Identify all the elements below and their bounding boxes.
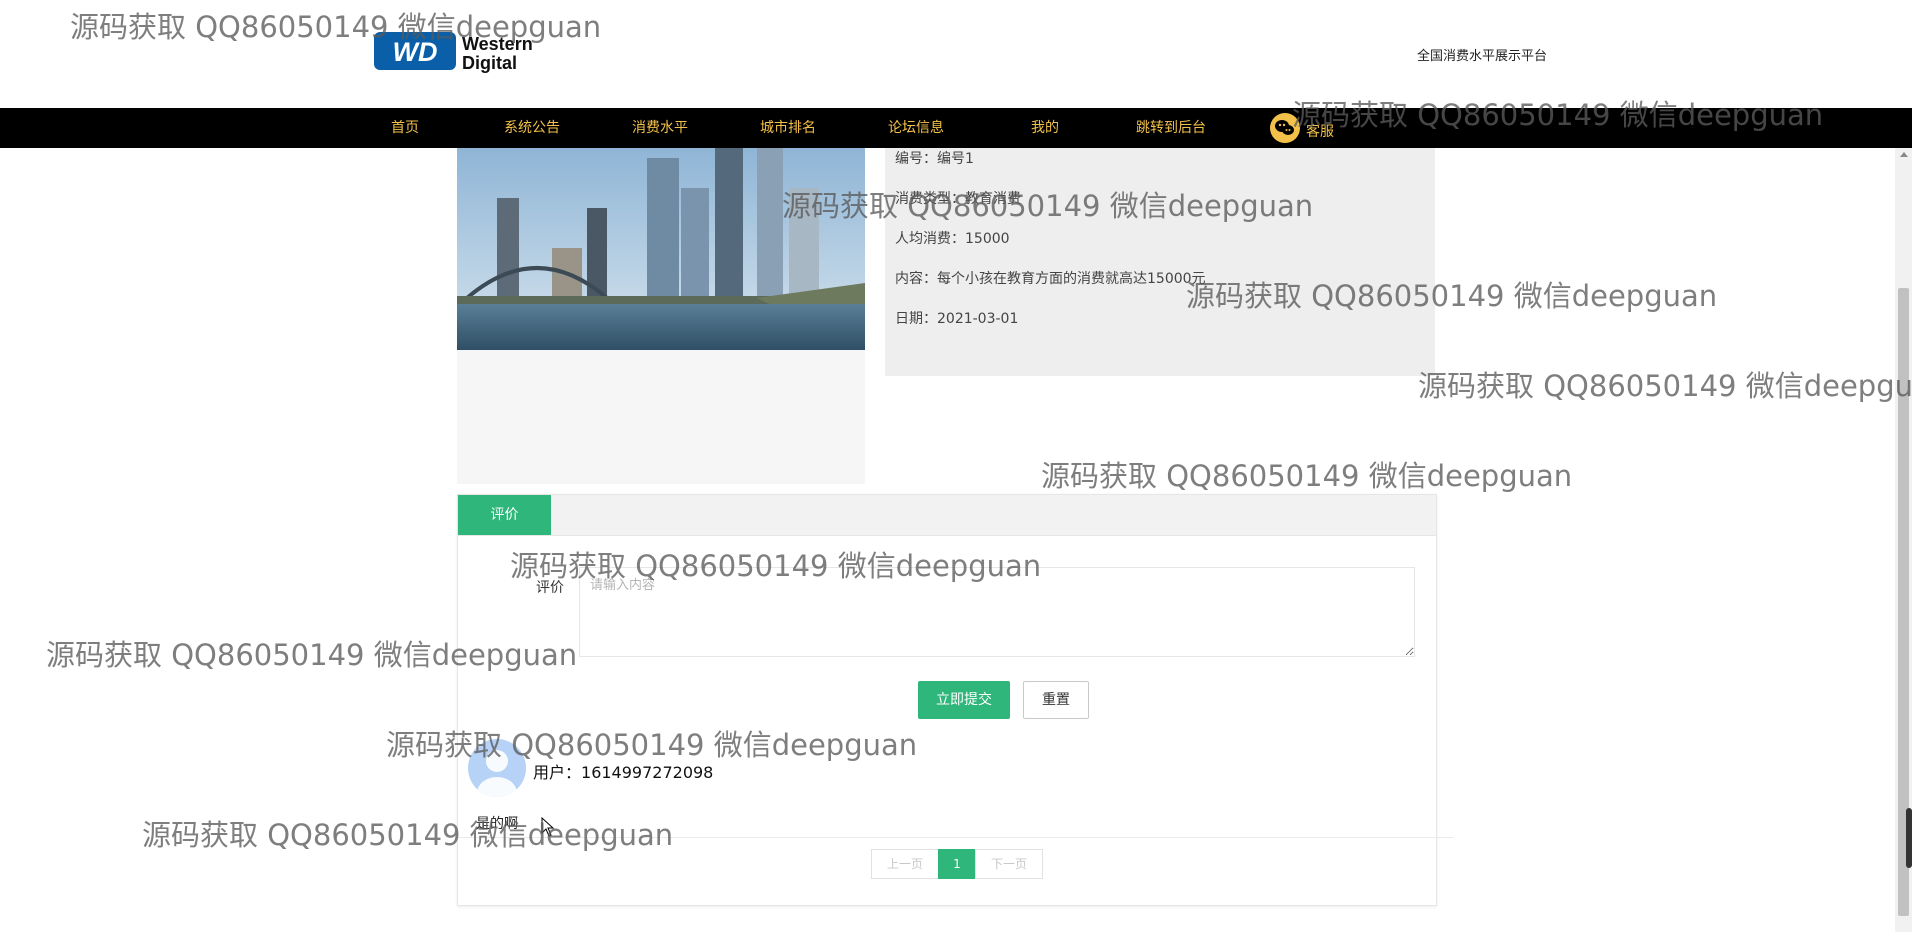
detail-average: 人均消费：15000 [895,228,1010,248]
logo-text-digital: Digital [462,53,517,73]
comment-user: 用户：1614997272098 [533,759,713,783]
comment-tabbar: 评价 [458,495,1436,536]
scroll-indicator [1906,808,1912,868]
watermark: 源码获取 QQ86050149 微信deepguan [1041,459,1573,493]
comment-divider [458,837,1453,838]
nav-city-ranking[interactable]: 城市排名 [760,108,816,148]
nav-customer-service[interactable]: 客服 [1306,112,1334,152]
detail-type: 消费类型：教育消费 [895,188,1021,208]
submit-button[interactable]: 立即提交 [918,681,1010,719]
nav-home[interactable]: 首页 [391,108,419,148]
prev-page-button[interactable]: 上一页 [871,849,939,879]
detail-info-panel: 编号：编号1 消费类型：教育消费 人均消费：15000 内容：每个小孩在教育方面… [885,148,1435,376]
detail-content: 内容：每个小孩在教育方面的消费就高达15000元 [895,268,1206,288]
city-photo [457,148,865,350]
tab-comment[interactable]: 评价 [458,495,551,535]
page-1-button[interactable]: 1 [938,849,976,879]
detail-content-label: 内容： [895,271,937,287]
western-digital-logo[interactable]: WD Western Digital [374,30,566,78]
detail-id: 编号：编号1 [895,148,974,168]
nav-announcements[interactable]: 系统公告 [504,108,560,148]
nav-consumption-level[interactable]: 消费水平 [632,108,688,148]
site-header: WD Western Digital 全国消费水平展示平台 [0,0,1912,108]
site-title: 全国消费水平展示平台 [1417,49,1548,64]
scroll-up-arrow-icon[interactable] [1900,152,1908,157]
comment-input[interactable] [579,567,1415,657]
detail-id-value: 编号1 [937,151,974,167]
detail-date: 日期：2021-03-01 [895,308,1018,328]
logo-text-western: Western [462,34,533,54]
detail-date-label: 日期： [895,311,937,327]
nav-admin[interactable]: 跳转到后台 [1136,108,1206,148]
reset-button[interactable]: 重置 [1023,681,1089,719]
detail-content-value: 每个小孩在教育方面的消费就高达15000元 [937,271,1206,287]
nav-my[interactable]: 我的 [1031,108,1059,148]
comment-card: 评价 评价 立即提交 重置 用户：1614997272098 是的啊 上一页 1… [457,494,1453,906]
detail-average-label: 人均消费： [895,231,965,247]
main-nav: 首页 系统公告 消费水平 城市排名 论坛信息 我的 跳转到后台 客服 [0,108,1912,148]
nav-forum[interactable]: 论坛信息 [888,108,944,148]
mouse-cursor-icon [541,817,555,837]
page-scrollbar[interactable] [1895,148,1912,932]
detail-average-value: 15000 [965,231,1010,247]
detail-date-value: 2021-03-01 [937,311,1019,327]
comment-user-label: 用户： [533,763,582,782]
next-page-button[interactable]: 下一页 [975,849,1043,879]
comment-form-label: 评价 [536,580,564,596]
comment-text: 是的啊 [476,816,518,832]
detail-type-value: 教育消费 [965,191,1021,207]
avatar [468,739,526,797]
detail-id-label: 编号： [895,151,937,167]
wechat-icon[interactable] [1270,113,1300,143]
comment-user-id: 1614997272098 [581,763,714,782]
logo-mark: WD [393,37,438,67]
detail-type-label: 消费类型： [895,191,965,207]
watermark: 源码获取 QQ86050149 微信deepguan [1418,369,1912,403]
